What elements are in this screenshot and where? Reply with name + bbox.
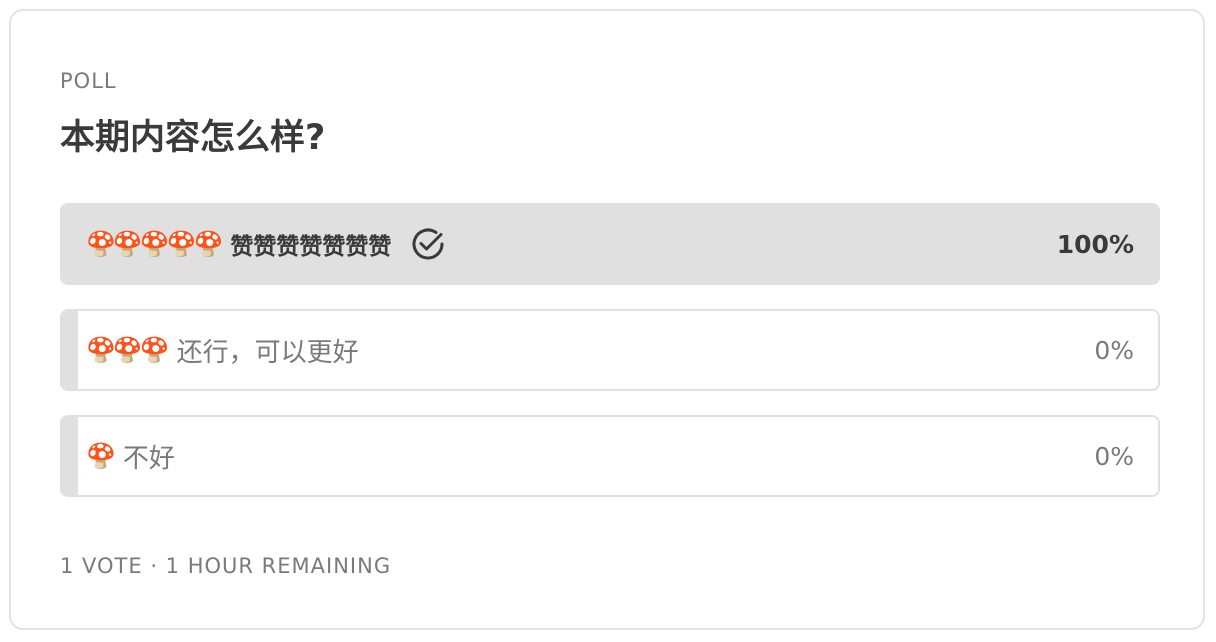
poll-option-1[interactable]: 🍄🍄🍄🍄🍄 赞赞赞赞赞赞赞 100% [60, 203, 1160, 285]
poll-label: POLL [60, 69, 117, 93]
poll-option-row: 🍄🍄🍄 还行，可以更好 0% [86, 311, 1134, 389]
poll-option-row: 🍄 不好 0% [86, 417, 1134, 495]
poll-options: 🍄🍄🍄🍄🍄 赞赞赞赞赞赞赞 100% 🍄🍄🍄 还行，可以更好 0% 🍄 不好 0… [60, 203, 1160, 521]
poll-card: POLL 本期内容怎么样? 🍄🍄🍄🍄🍄 赞赞赞赞赞赞赞 100% 🍄🍄🍄 还行，… [9, 9, 1205, 630]
poll-option-percent: 0% [1094, 335, 1134, 365]
poll-option-fill [62, 311, 78, 389]
poll-option-fill [62, 417, 78, 495]
poll-option-text: 还行，可以更好 [176, 337, 359, 368]
poll-question: 本期内容怎么样? [60, 118, 326, 158]
poll-option-text: 不好 [122, 443, 175, 474]
poll-footer: 1 VOTE · 1 HOUR REMAINING [60, 554, 392, 578]
poll-option-percent: 0% [1094, 441, 1134, 471]
mushroom-emoji: 🍄🍄🍄 [86, 336, 170, 364]
poll-option-2[interactable]: 🍄🍄🍄 还行，可以更好 0% [60, 309, 1160, 391]
mushroom-emoji: 🍄 [86, 442, 116, 470]
poll-option-3[interactable]: 🍄 不好 0% [60, 415, 1160, 497]
poll-option-row: 🍄🍄🍄🍄🍄 赞赞赞赞赞赞赞 100% [86, 205, 1134, 283]
mushroom-emoji: 🍄🍄🍄🍄🍄 [86, 230, 223, 258]
check-circle-icon [409, 225, 447, 263]
poll-option-percent: 100% [1056, 229, 1134, 259]
poll-option-text: 赞赞赞赞赞赞赞 [230, 234, 392, 260]
